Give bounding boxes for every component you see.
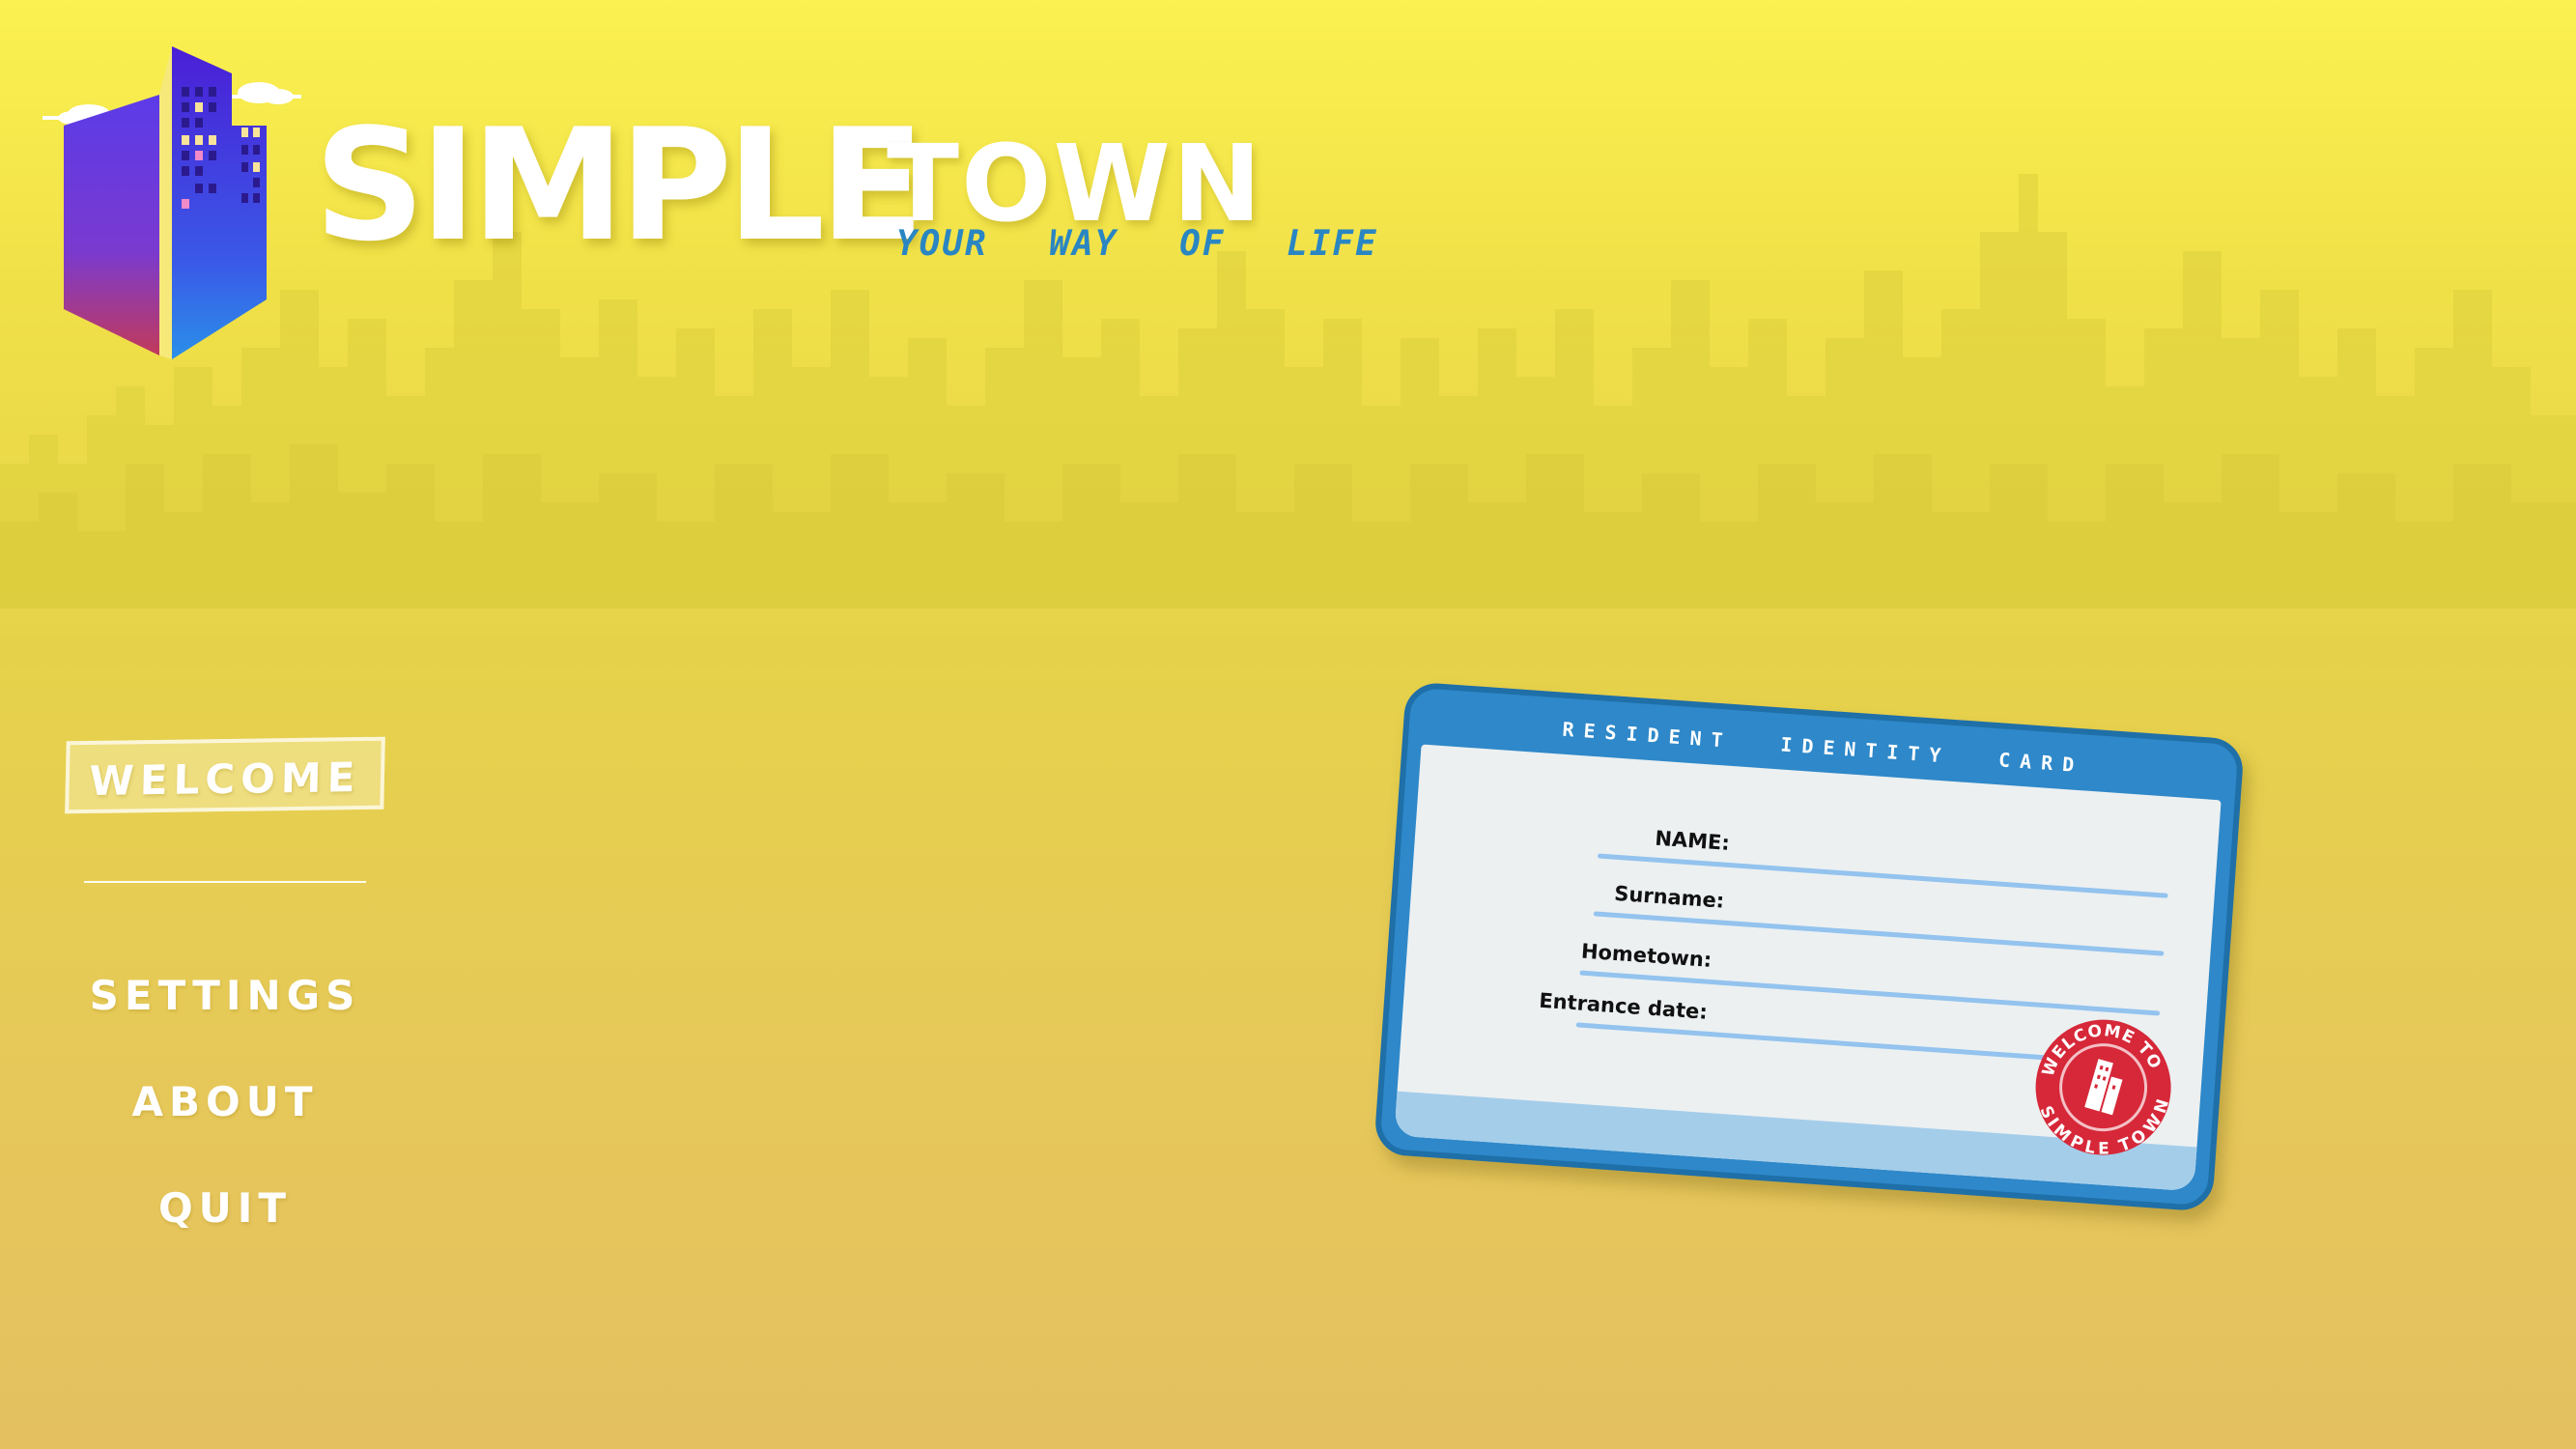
hometown-label: Hometown:: [1580, 939, 1713, 972]
title-town-text: TOWN: [887, 122, 1263, 245]
about-button[interactable]: ABOUT: [66, 1078, 384, 1125]
surname-label: Surname:: [1613, 881, 1725, 913]
simple-town-logo-icon: [42, 46, 301, 359]
name-label: NAME:: [1654, 826, 1731, 855]
surname-field: Surname:: [1413, 867, 2213, 956]
menu-divider: [84, 881, 366, 883]
tagline-text: YOUR WAY OF LIFE: [896, 224, 1378, 264]
entrance-date-label: Entrance date:: [1538, 988, 1709, 1024]
settings-button[interactable]: SETTINGS: [66, 972, 384, 1019]
name-field: NAME:: [1417, 810, 2217, 898]
hometown-field: Hometown:: [1408, 927, 2208, 1016]
title-simple-text: SIMPLE: [314, 95, 924, 275]
resident-identity-card: RESIDENT IDENTITY CARD NAME: Surname: Ho…: [1373, 681, 2246, 1212]
card-body: NAME: Surname: Hometown: Entrance date: …: [1394, 744, 2222, 1192]
welcome-stamp-icon: WELCOME TO SIMPLE TOWN: [2035, 1017, 2177, 1164]
welcome-button[interactable]: WELCOME: [65, 736, 385, 814]
quit-button[interactable]: QUIT: [66, 1184, 384, 1232]
